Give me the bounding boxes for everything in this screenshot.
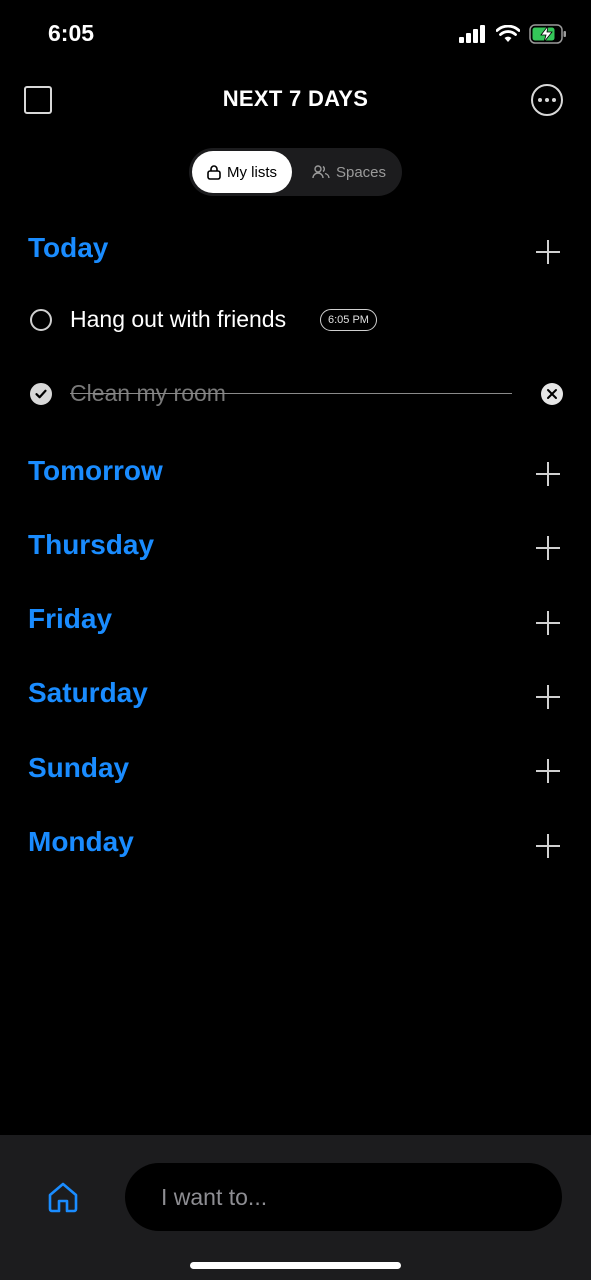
tab-spaces[interactable]: Spaces bbox=[299, 151, 399, 193]
status-time: 6:05 bbox=[48, 20, 95, 46]
header: NEXT 7 DAYS bbox=[0, 76, 591, 124]
home-icon bbox=[48, 1182, 78, 1213]
section-title-sunday: Sunday bbox=[28, 752, 130, 783]
section-title-today: Today bbox=[28, 232, 109, 263]
task-checkbox[interactable] bbox=[30, 309, 52, 331]
home-indicator bbox=[190, 1262, 401, 1269]
checkmark-icon bbox=[35, 389, 47, 399]
more-icon-dot bbox=[545, 98, 549, 102]
more-icon-dot bbox=[552, 98, 556, 102]
new-task-input[interactable] bbox=[161, 1163, 541, 1231]
tab-spaces-label: Spaces bbox=[335, 163, 387, 181]
task-input-container bbox=[125, 1163, 562, 1231]
signal-icon bbox=[459, 25, 485, 43]
add-task-sunday-button[interactable] bbox=[536, 759, 560, 783]
lock-icon bbox=[207, 165, 221, 180]
section-title-monday: Monday bbox=[28, 826, 134, 857]
home-button[interactable] bbox=[46, 1180, 80, 1214]
add-task-monday-button[interactable] bbox=[536, 834, 560, 858]
tab-my-lists[interactable]: My lists bbox=[192, 151, 292, 193]
task-checkbox-checked[interactable] bbox=[30, 383, 52, 405]
add-task-tomorrow-button[interactable] bbox=[536, 462, 560, 486]
page-title: NEXT 7 DAYS bbox=[222, 86, 369, 111]
close-icon bbox=[547, 389, 557, 399]
add-task-friday-button[interactable] bbox=[536, 611, 560, 635]
delete-task-button[interactable] bbox=[541, 383, 563, 405]
people-icon bbox=[312, 165, 330, 179]
task-title[interactable]: Hang out with friends bbox=[70, 306, 286, 333]
section-title-thursday: Thursday bbox=[28, 529, 155, 560]
add-task-thursday-button[interactable] bbox=[536, 536, 560, 560]
section-title-friday: Friday bbox=[28, 603, 113, 634]
list-scope-toggle: My lists Spaces bbox=[189, 148, 402, 196]
section-title-tomorrow: Tomorrow bbox=[28, 455, 163, 486]
more-options-button[interactable] bbox=[531, 84, 563, 116]
task-time-badge: 6:05 PM bbox=[320, 309, 377, 331]
wifi-icon bbox=[496, 25, 520, 42]
screen: 6:05 NEXT 7 DAYS My lists Spaces Today H… bbox=[0, 0, 591, 1280]
more-icon-dot bbox=[538, 98, 542, 102]
strikethrough-line bbox=[70, 393, 512, 394]
tab-my-lists-label: My lists bbox=[227, 163, 277, 181]
status-icons bbox=[459, 24, 567, 44]
section-title-saturday: Saturday bbox=[28, 677, 148, 708]
add-task-today-button[interactable] bbox=[536, 240, 560, 264]
add-task-saturday-button[interactable] bbox=[536, 685, 560, 709]
battery-charging-icon bbox=[529, 24, 566, 44]
status-bar: 6:05 bbox=[0, 0, 591, 70]
